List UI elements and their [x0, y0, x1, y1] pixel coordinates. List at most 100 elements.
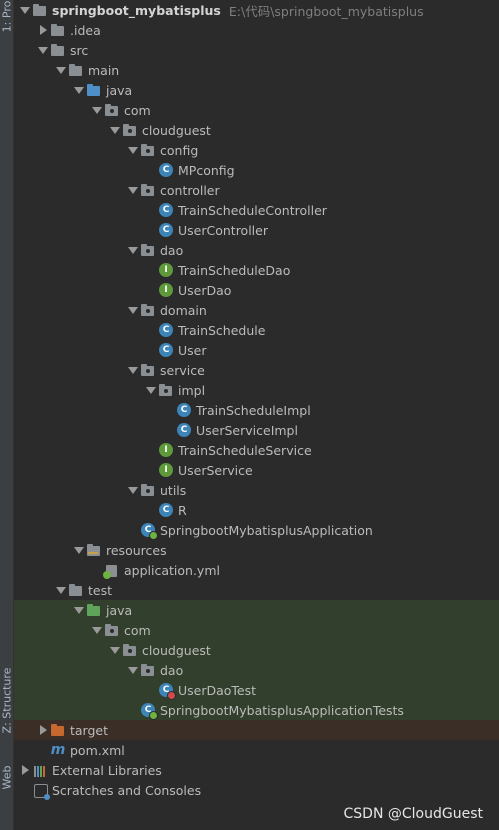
tree-node[interactable]: C UserDaoTest	[14, 680, 499, 700]
expand-arrow-icon[interactable]	[126, 240, 140, 260]
tree-node[interactable]: com	[14, 100, 499, 120]
expand-arrow-icon[interactable]	[126, 140, 140, 160]
tree-node-label: dao	[160, 242, 184, 258]
spring-class-icon: C	[140, 522, 158, 540]
tree-node[interactable]: resources	[14, 540, 499, 560]
tree-node[interactable]: C TrainScheduleImpl	[14, 400, 499, 420]
tree-node[interactable]: C TrainScheduleController	[14, 200, 499, 220]
tree-node[interactable]: I TrainScheduleService	[14, 440, 499, 460]
tree-node-label: java	[106, 82, 133, 98]
tree-node-label: domain	[160, 302, 207, 318]
arrow-spacer	[144, 680, 158, 700]
tree-node[interactable]: m pom.xml	[14, 740, 499, 760]
tool-window-strip: 1: Pro Z: Structure Web	[0, 0, 14, 830]
arrow-spacer	[144, 160, 158, 180]
expand-arrow-icon[interactable]	[126, 480, 140, 500]
class-icon: C	[158, 222, 174, 238]
arrow-spacer	[18, 780, 32, 800]
tree-node[interactable]: config	[14, 140, 499, 160]
tree-node[interactable]: dao	[14, 660, 499, 680]
tree-node-label: UserController	[178, 222, 268, 238]
tree-node[interactable]: cloudguest	[14, 120, 499, 140]
expand-arrow-icon[interactable]	[90, 620, 104, 640]
tree-node[interactable]: C SpringbootMybatisplusApplication	[14, 520, 499, 540]
tree-node[interactable]: application.yml	[14, 560, 499, 580]
tree-node[interactable]: I UserService	[14, 460, 499, 480]
interface-icon: I	[158, 442, 174, 458]
test-class-icon: C	[158, 682, 176, 700]
tree-node[interactable]: C UserController	[14, 220, 499, 240]
module-folder-icon	[32, 2, 48, 18]
tree-node[interactable]: C TrainSchedule	[14, 320, 499, 340]
arrow-spacer	[144, 500, 158, 520]
tree-node[interactable]: java	[14, 600, 499, 620]
tree-node[interactable]: C MPconfig	[14, 160, 499, 180]
package-icon	[140, 482, 156, 498]
tree-node[interactable]: springboot_mybatisplus E:\代码\springboot_m…	[14, 0, 499, 20]
project-tool-tab[interactable]: 1: Pro	[0, 0, 13, 32]
yaml-file-icon	[103, 562, 120, 579]
tree-node[interactable]: controller	[14, 180, 499, 200]
maven-icon: m	[50, 742, 66, 758]
interface-icon: I	[158, 462, 174, 478]
tree-node[interactable]: java	[14, 80, 499, 100]
tree-node[interactable]: main	[14, 60, 499, 80]
expand-arrow-icon[interactable]	[90, 100, 104, 120]
expand-arrow-icon[interactable]	[72, 80, 86, 100]
collapse-arrow-icon[interactable]	[18, 760, 32, 780]
tree-node[interactable]: com	[14, 620, 499, 640]
tree-node[interactable]: impl	[14, 380, 499, 400]
tree-node[interactable]: target	[14, 720, 499, 740]
expand-arrow-icon[interactable]	[126, 180, 140, 200]
package-icon	[140, 302, 156, 318]
tree-node[interactable]: test	[14, 580, 499, 600]
expand-arrow-icon[interactable]	[108, 640, 122, 660]
expand-arrow-icon[interactable]	[54, 580, 68, 600]
tree-node[interactable]: C SpringbootMybatisplusApplicationTests	[14, 700, 499, 720]
collapse-arrow-icon[interactable]	[36, 720, 50, 740]
expand-arrow-icon[interactable]	[126, 660, 140, 680]
tree-node[interactable]: I TrainScheduleDao	[14, 260, 499, 280]
expand-arrow-icon[interactable]	[126, 360, 140, 380]
collapse-arrow-icon[interactable]	[36, 20, 50, 40]
package-icon	[140, 242, 156, 258]
arrow-spacer	[144, 460, 158, 480]
expand-arrow-icon[interactable]	[18, 0, 32, 20]
tree-node[interactable]: External Libraries	[14, 760, 499, 780]
tree-node[interactable]: src	[14, 40, 499, 60]
expand-arrow-icon[interactable]	[72, 540, 86, 560]
expand-arrow-icon[interactable]	[144, 380, 158, 400]
tree-node-label: pom.xml	[70, 742, 125, 758]
tree-node-label: SpringbootMybatisplusApplication	[160, 522, 373, 538]
expand-arrow-icon[interactable]	[36, 40, 50, 60]
structure-tool-tab[interactable]: Z: Structure	[0, 655, 13, 745]
tree-node[interactable]: utils	[14, 480, 499, 500]
expand-arrow-icon[interactable]	[72, 600, 86, 620]
tree-node-label: TrainSchedule	[178, 322, 266, 338]
tree-node[interactable]: .idea	[14, 20, 499, 40]
tree-node-label: dao	[160, 662, 184, 678]
tree-node[interactable]: cloudguest	[14, 640, 499, 660]
web-tool-tab[interactable]: Web	[0, 755, 13, 799]
tree-node[interactable]: service	[14, 360, 499, 380]
expand-arrow-icon[interactable]	[54, 60, 68, 80]
tree-node[interactable]: domain	[14, 300, 499, 320]
resources-folder-icon	[86, 542, 102, 558]
tree-node[interactable]: dao	[14, 240, 499, 260]
tree-node[interactable]: C User	[14, 340, 499, 360]
tree-node-label: TrainScheduleService	[178, 442, 312, 458]
tree-node[interactable]: C UserServiceImpl	[14, 420, 499, 440]
test-folder-icon	[86, 602, 102, 618]
tree-node-label: External Libraries	[52, 762, 162, 778]
tree-node-label: TrainScheduleDao	[178, 262, 291, 278]
tree-node-label: UserServiceImpl	[196, 422, 298, 438]
expand-arrow-icon[interactable]	[126, 300, 140, 320]
spring-class-icon: C	[140, 702, 158, 720]
tree-node[interactable]: I UserDao	[14, 280, 499, 300]
package-icon	[122, 122, 138, 138]
package-icon	[104, 622, 120, 638]
expand-arrow-icon[interactable]	[108, 120, 122, 140]
tree-node[interactable]: Scratches and Consoles	[14, 780, 499, 800]
tree-node[interactable]: CR	[14, 500, 499, 520]
folder-icon	[50, 22, 66, 38]
